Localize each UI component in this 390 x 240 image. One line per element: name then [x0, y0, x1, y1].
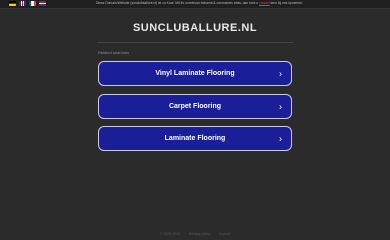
- button-label: Carpet Flooring: [168, 103, 222, 110]
- related-search-button-vinyl-laminate-flooring[interactable]: Vinyl Laminate Flooring ›: [98, 61, 292, 86]
- related-searches-label: Related searches: [98, 50, 130, 55]
- flag-germany-icon[interactable]: [9, 1, 16, 6]
- chevron-right-icon: ›: [279, 68, 282, 78]
- copyright-text: © 2025 2025: [159, 232, 181, 236]
- site-title: SUNCLUBALLURE.NL: [132, 22, 258, 34]
- related-search-button-laminate-flooring[interactable]: Laminate Flooring ›: [98, 126, 292, 151]
- flag-france-icon[interactable]: [29, 1, 36, 6]
- chevron-right-icon: ›: [279, 133, 282, 143]
- top-notice-bar: Diese Domain/Website (sunclubsallure.nl)…: [0, 0, 390, 9]
- flag-uk-icon[interactable]: [19, 1, 26, 6]
- button-label: Laminate Flooring: [164, 135, 226, 142]
- notice-text: Diese Domain/Website (sunclubsallure.nl)…: [96, 1, 259, 5]
- privacy-policy-link[interactable]: Privacy policy: [189, 232, 210, 236]
- imprint-link[interactable]: Imprint: [219, 232, 230, 236]
- contact-link[interactable]: contact: [259, 1, 270, 5]
- flag-netherlands-icon[interactable]: [39, 1, 46, 6]
- related-search-button-carpet-flooring[interactable]: Carpet Flooring ›: [98, 94, 292, 119]
- language-selector: [9, 1, 46, 7]
- divider: [97, 42, 293, 43]
- for-sale-notice: Diese Domain/Website (sunclubsallure.nl)…: [96, 1, 326, 6]
- chevron-right-icon: ›: [279, 101, 282, 111]
- footer: © 2025 2025 Privacy policy Imprint: [0, 232, 390, 236]
- button-label: Vinyl Laminate Flooring: [155, 70, 235, 77]
- notice-tail: leen bij ons opnemen.: [270, 1, 303, 5]
